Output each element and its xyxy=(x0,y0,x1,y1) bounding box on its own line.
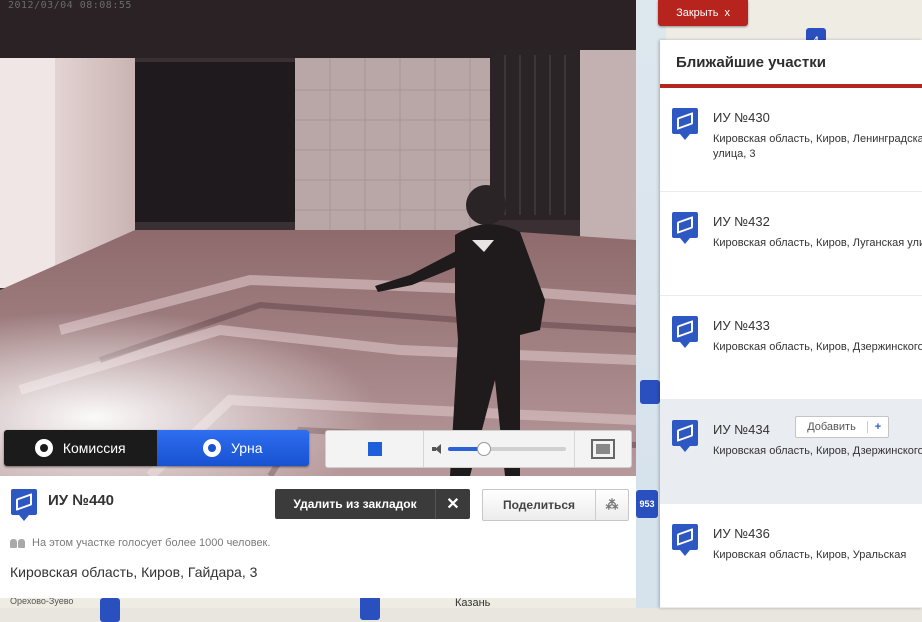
stop-icon xyxy=(367,442,382,456)
volume-control xyxy=(424,431,575,467)
polling-station-info: ИУ №440 Удалить из закладок ✕ Поделиться… xyxy=(0,476,636,598)
video-timestamp: 2012/03/04 08:08:55 xyxy=(8,0,132,11)
plus-icon: + xyxy=(867,421,888,433)
people-icon xyxy=(10,538,26,548)
station-item-address: Кировская область, Киров, Дзержинского, … xyxy=(713,445,922,457)
share-label: Поделиться xyxy=(502,498,576,512)
add-bookmark-button[interactable]: Добавить + xyxy=(795,416,889,438)
station-item-address: Кировская область, Киров, Уральская xyxy=(713,549,907,561)
close-icon: ✕ xyxy=(435,489,470,519)
add-bookmark-label: Добавить xyxy=(807,421,856,433)
stop-button[interactable] xyxy=(326,431,424,467)
station-list-item[interactable]: ИУ №436 Кировская область, Киров, Уральс… xyxy=(660,504,922,608)
ballot-box-icon xyxy=(672,524,698,556)
station-list-item[interactable]: ИУ №434 Добавить + Кировская область, Ки… xyxy=(660,400,922,504)
station-address: Кировская область, Киров, Гайдара, 3 xyxy=(10,564,258,580)
ballot-box-icon xyxy=(672,420,698,452)
map-marker[interactable] xyxy=(360,596,380,620)
station-list-item[interactable]: ИУ №430 Кировская область, Киров, Ленинг… xyxy=(660,88,922,192)
station-title: ИУ №440 xyxy=(48,492,115,509)
station-list-item[interactable]: ИУ №433 Кировская область, Киров, Дзержи… xyxy=(660,296,922,400)
station-item-address: Кировская область, Киров, Ленинградская … xyxy=(713,133,922,160)
station-item-title[interactable]: ИУ №436 xyxy=(713,526,770,541)
map-marker[interactable] xyxy=(640,380,660,404)
camera-feed-image xyxy=(0,0,636,476)
remove-bookmark-button[interactable]: Удалить из закладок ✕ xyxy=(275,489,470,519)
speaker-icon[interactable] xyxy=(432,444,442,454)
station-item-title[interactable]: ИУ №432 xyxy=(713,214,770,229)
camera-label: Урна xyxy=(230,440,263,456)
map-label-city: Казань xyxy=(455,597,491,609)
camera-switcher: Комиссия Урна xyxy=(4,430,309,466)
fullscreen-button[interactable] xyxy=(575,431,631,467)
ballot-box-icon xyxy=(672,212,698,244)
voter-count-text: На этом участке голосует более 1000 чело… xyxy=(32,537,271,549)
volume-slider[interactable] xyxy=(448,442,566,456)
ballot-box-icon xyxy=(672,108,698,140)
ballot-box-icon xyxy=(11,489,37,521)
webcam-icon xyxy=(34,439,53,457)
station-item-address: Кировская область, Киров, Дзержинского, … xyxy=(713,341,922,353)
map-marker[interactable] xyxy=(100,598,120,622)
webcam-icon xyxy=(202,439,221,457)
station-item-title[interactable]: ИУ №430 xyxy=(713,110,770,125)
station-item-title[interactable]: ИУ №433 xyxy=(713,318,770,333)
video-player[interactable]: 2012/03/04 08:08:55 Комиссия Урна xyxy=(0,0,636,476)
fullscreen-icon xyxy=(591,439,615,459)
close-button-label: Закрыть xyxy=(676,7,719,19)
map-marker[interactable]: 953 xyxy=(636,490,658,518)
share-button[interactable]: Поделиться ⁂ xyxy=(482,489,629,521)
station-list-item[interactable]: ИУ №432 Кировская область, Киров, Луганс… xyxy=(660,192,922,296)
station-item-title[interactable]: ИУ №434 xyxy=(713,422,770,437)
share-icon: ⁂ xyxy=(595,490,628,520)
volume-knob[interactable] xyxy=(477,442,492,456)
camera-label: Комиссия xyxy=(62,440,126,456)
voter-count: На этом участке голосует более 1000 чело… xyxy=(10,537,270,549)
camera-commission-button[interactable]: Комиссия xyxy=(4,430,157,466)
camera-ballot-box-button[interactable]: Урна xyxy=(156,430,309,466)
remove-bookmark-label: Удалить из закладок xyxy=(293,497,417,511)
close-button[interactable]: Закрыть x xyxy=(658,0,748,26)
close-icon: x xyxy=(724,7,730,19)
player-controls xyxy=(325,430,632,468)
nearest-stations-title: Ближайшие участки xyxy=(660,40,922,88)
ballot-box-icon xyxy=(672,316,698,348)
station-item-address: Кировская область, Киров, Луганская улиц… xyxy=(713,237,922,249)
nearest-stations-panel: Ближайшие участки ИУ №430 Кировская обла… xyxy=(660,40,922,608)
